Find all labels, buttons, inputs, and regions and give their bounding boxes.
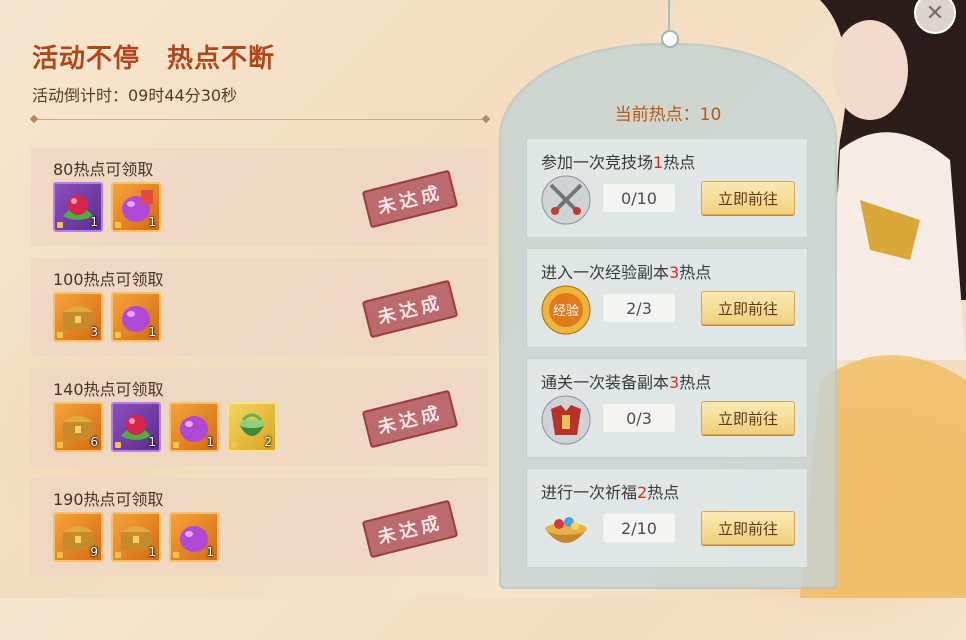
tag-string [668,0,670,34]
not-achieved-stamp: 未达成 [361,169,459,229]
task-progress: 2/10 [603,514,675,542]
reward-item[interactable]: 1 [111,292,161,342]
go-now-button[interactable]: 立即前往 [701,181,795,215]
task-blessing: 进行一次祈福2热点 2/10 立即前往 [526,468,808,568]
go-now-button[interactable]: 立即前往 [701,291,795,325]
bound-lock-icon [115,222,121,228]
page-title: 活动不停 热点不断 [32,44,276,74]
bound-lock-icon [115,442,121,448]
bound-lock-icon [57,332,63,338]
current-hot-points: 当前热点：10 [614,105,722,125]
reward-item[interactable]: 1 [169,402,219,452]
reward-item[interactable]: 1 [169,512,219,562]
reward-item[interactable]: 3 [53,292,103,342]
item-count: 3 [90,325,98,339]
reward-item[interactable]: 1 [111,402,161,452]
task-arena: 参加一次竞技场1热点 0/10 立即前往 [526,138,808,238]
item-count: 1 [148,435,156,449]
reward-row-100: 100热点可领取 3 1 未达成 [31,258,488,356]
task-title: 进入一次经验副本3热点 [541,263,712,282]
item-count: 1 [148,325,156,339]
go-now-button[interactable]: 立即前往 [701,401,795,435]
reward-item[interactable]: 6 [53,402,103,452]
item-count: 2 [264,435,272,449]
not-achieved-stamp: 未达成 [361,279,459,339]
treasure-bowl-icon [545,517,587,543]
go-now-button[interactable]: 立即前往 [701,511,795,545]
item-count: 1 [206,435,214,449]
reward-row-80: 80热点可领取 1 1 未达成 [31,148,488,246]
task-title: 进行一次祈福2热点 [541,483,680,502]
reward-row-140: 140热点可领取 6 1 1 2 未达成 [31,368,488,466]
item-count: 1 [206,545,214,559]
task-exp-dungeon: 进入一次经验副本3热点 经验 2/3 立即前往 [526,248,808,348]
task-progress: 0/10 [603,184,675,212]
reward-item[interactable]: 9 [53,512,103,562]
reward-item[interactable]: 1 [111,182,161,232]
bound-lock-icon [57,442,63,448]
task-progress: 0/3 [603,404,675,432]
divider [34,119,486,120]
countdown-text: 活动倒计时：09时44分30秒 [32,86,238,105]
reward-item[interactable]: 2 [227,402,277,452]
reward-row-190: 190热点可领取 9 1 1 未达成 [31,478,488,576]
item-count: 9 [90,545,98,559]
item-count: 1 [148,215,156,229]
task-title: 通关一次装备副本3热点 [541,373,712,392]
bound-lock-icon [57,552,63,558]
not-achieved-stamp: 未达成 [361,389,459,449]
reward-item[interactable]: 1 [111,512,161,562]
hot-points-panel: 当前热点：10 参加一次竞技场1热点 0/10 立即前往 进入一次经验副本3热点… [499,43,837,589]
item-count: 6 [90,435,98,449]
item-count: 1 [90,215,98,229]
reward-threshold-label: 100热点可领取 [53,270,164,289]
armor-icon [541,395,591,445]
bound-lock-icon [231,442,237,448]
bound-lock-icon [115,332,121,338]
task-progress: 2/3 [603,294,675,322]
reward-threshold-label: 80热点可领取 [53,160,154,179]
bound-lock-icon [57,222,63,228]
item-count: 1 [148,545,156,559]
reward-threshold-label: 140热点可领取 [53,380,164,399]
exp-badge-icon: 经验 [541,285,591,335]
svg-text:经验: 经验 [553,303,579,319]
task-title: 参加一次竞技场1热点 [541,153,696,172]
reward-threshold-label: 190热点可领取 [53,490,164,509]
crossed-swords-icon [541,175,591,225]
reward-item[interactable]: 1 [53,182,103,232]
not-achieved-stamp: 未达成 [361,499,459,559]
bound-lock-icon [115,552,121,558]
bound-lock-icon [173,552,179,558]
task-equipment-dungeon: 通关一次装备副本3热点 0/3 立即前往 [526,358,808,458]
bound-lock-icon [173,442,179,448]
tag-hole [661,30,679,48]
